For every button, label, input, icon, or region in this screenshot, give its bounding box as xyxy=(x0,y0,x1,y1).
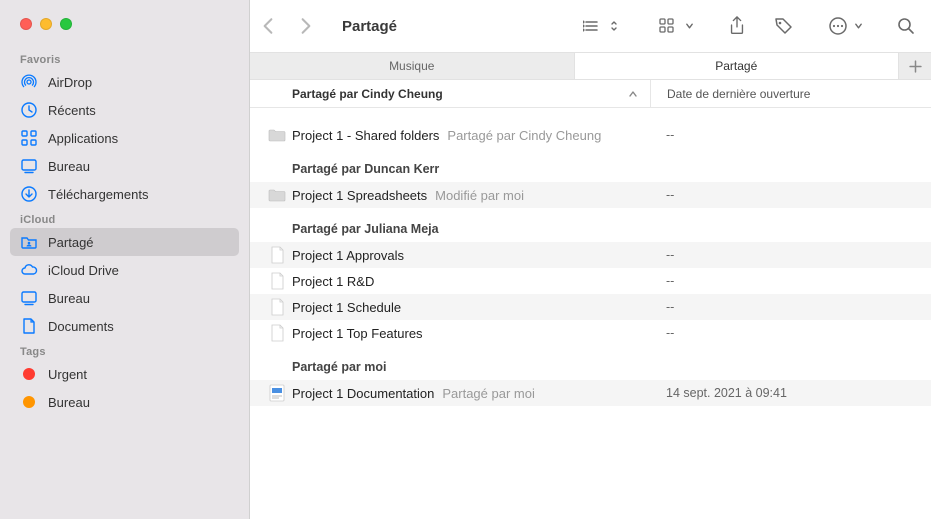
tab-bar: MusiquePartagé xyxy=(250,52,931,80)
sidebar-item-label: AirDrop xyxy=(48,75,92,90)
group-label: Partagé par Juliana Meja xyxy=(250,208,931,242)
group-label: Partagé par moi xyxy=(250,346,931,380)
sidebar-item-partagé[interactable]: Partagé xyxy=(10,228,239,256)
new-tab-button[interactable] xyxy=(899,53,931,79)
document-icon xyxy=(20,317,38,335)
file-date: -- xyxy=(650,274,931,288)
file-name: Project 1 Schedule xyxy=(292,300,401,315)
doc-icon xyxy=(268,246,286,264)
file-row[interactable]: Project 1 Spreadsheets Modifié par moi -- xyxy=(250,182,931,208)
doc-icon xyxy=(268,324,286,342)
file-row[interactable]: Project 1 R&D -- xyxy=(250,268,931,294)
file-name: Project 1 Documentation xyxy=(292,386,434,401)
minimize-window-button[interactable] xyxy=(40,18,52,30)
file-date: -- xyxy=(650,188,931,202)
tags-button[interactable] xyxy=(774,16,794,36)
folder-icon xyxy=(268,186,286,204)
sidebar-item-documents[interactable]: Documents xyxy=(10,312,239,340)
group-heading-text: Partagé par Cindy Cheung xyxy=(292,87,443,101)
sidebar-item-bureau[interactable]: Bureau xyxy=(10,284,239,312)
tag-icon xyxy=(20,365,38,383)
sidebar-item-applications[interactable]: Applications xyxy=(10,124,239,152)
sidebar: Favoris AirDrop Récents Applications Bureau T… xyxy=(0,0,250,519)
sidebar-item-icloud-drive[interactable]: iCloud Drive xyxy=(10,256,239,284)
window-controls xyxy=(0,0,249,48)
sidebar-item-label: Récents xyxy=(48,103,96,118)
folder-icon xyxy=(268,126,286,144)
main-area: Partagé xyxy=(250,0,931,519)
view-list-button[interactable] xyxy=(577,16,625,36)
sidebar-item-label: Bureau xyxy=(48,291,90,306)
back-button[interactable] xyxy=(262,17,274,35)
sort-indicator-icon xyxy=(628,90,638,98)
file-meta: Partagé par Cindy Cheung xyxy=(447,128,601,143)
sidebar-heading: Favoris xyxy=(10,48,239,68)
file-row[interactable]: Project 1 Top Features -- xyxy=(250,320,931,346)
group-label: Partagé par Duncan Kerr xyxy=(250,148,931,182)
sidebar-item-récents[interactable]: Récents xyxy=(10,96,239,124)
tab-partagé[interactable]: Partagé xyxy=(575,53,900,79)
sidebar-item-label: Bureau xyxy=(48,395,90,410)
cloud-icon xyxy=(20,261,38,279)
file-name: Project 1 - Shared folders xyxy=(292,128,439,143)
sidebar-item-label: Applications xyxy=(48,131,118,146)
desktop-icon xyxy=(20,157,38,175)
file-list: Project 1 - Shared folders Partagé par Ci… xyxy=(250,108,931,519)
close-window-button[interactable] xyxy=(20,18,32,30)
shared-folder-icon xyxy=(20,233,38,251)
file-name: Project 1 Top Features xyxy=(292,326,423,341)
sidebar-item-label: Téléchargements xyxy=(48,187,148,202)
tag-icon xyxy=(20,393,38,411)
file-date: -- xyxy=(650,326,931,340)
forward-button[interactable] xyxy=(300,17,312,35)
file-meta: Partagé par moi xyxy=(442,386,535,401)
sidebar-item-label: Partagé xyxy=(48,235,94,250)
share-button[interactable] xyxy=(728,16,746,36)
sidebar-heading: Tags xyxy=(10,340,239,360)
sidebar-item-label: Documents xyxy=(48,319,114,334)
grid-icon xyxy=(20,129,38,147)
column-header-name[interactable]: Partagé par Cindy Cheung xyxy=(250,87,650,101)
doc-icon xyxy=(268,272,286,290)
file-date: -- xyxy=(650,128,931,142)
sidebar-item-label: Bureau xyxy=(48,159,90,174)
file-row[interactable]: Project 1 Schedule -- xyxy=(250,294,931,320)
presentation-icon xyxy=(268,384,286,402)
sidebar-item-téléchargements[interactable]: Téléchargements xyxy=(10,180,239,208)
chevron-down-icon xyxy=(854,21,863,31)
column-header-date[interactable]: Date de dernière ouverture xyxy=(650,80,931,107)
file-row[interactable]: Project 1 - Shared folders Partagé par Ci… xyxy=(250,122,931,148)
sidebar-item-bureau[interactable]: Bureau xyxy=(10,152,239,180)
doc-icon xyxy=(268,298,286,316)
chevron-down-icon xyxy=(685,21,694,31)
tab-musique[interactable]: Musique xyxy=(250,53,575,79)
column-header-row: Partagé par Cindy Cheung Date de dernièr… xyxy=(250,80,931,108)
chevron-updown-icon xyxy=(609,19,619,33)
search-button[interactable] xyxy=(897,17,915,35)
file-name: Project 1 R&D xyxy=(292,274,374,289)
sidebar-item-airdrop[interactable]: AirDrop xyxy=(10,68,239,96)
download-icon xyxy=(20,185,38,203)
sidebar-item-label: iCloud Drive xyxy=(48,263,119,278)
file-name: Project 1 Spreadsheets xyxy=(292,188,427,203)
file-name: Project 1 Approvals xyxy=(292,248,404,263)
clock-icon xyxy=(20,101,38,119)
file-date: -- xyxy=(650,248,931,262)
group-by-button[interactable] xyxy=(653,15,700,37)
file-row[interactable]: Project 1 Documentation Partagé par moi 14… xyxy=(250,380,931,406)
toolbar: Partagé xyxy=(250,0,931,52)
file-date: 14 sept. 2021 à 09:41 xyxy=(650,386,931,400)
file-meta: Modifié par moi xyxy=(435,188,524,203)
sidebar-item-bureau[interactable]: Bureau xyxy=(10,388,239,416)
airdrop-icon xyxy=(20,73,38,91)
more-button[interactable] xyxy=(822,13,869,39)
sidebar-heading: iCloud xyxy=(10,208,239,228)
sidebar-item-urgent[interactable]: Urgent xyxy=(10,360,239,388)
sidebar-item-label: Urgent xyxy=(48,367,87,382)
file-row[interactable]: Project 1 Approvals -- xyxy=(250,242,931,268)
desktop-icon xyxy=(20,289,38,307)
window-title: Partagé xyxy=(342,18,397,35)
file-date: -- xyxy=(650,300,931,314)
fullscreen-window-button[interactable] xyxy=(60,18,72,30)
